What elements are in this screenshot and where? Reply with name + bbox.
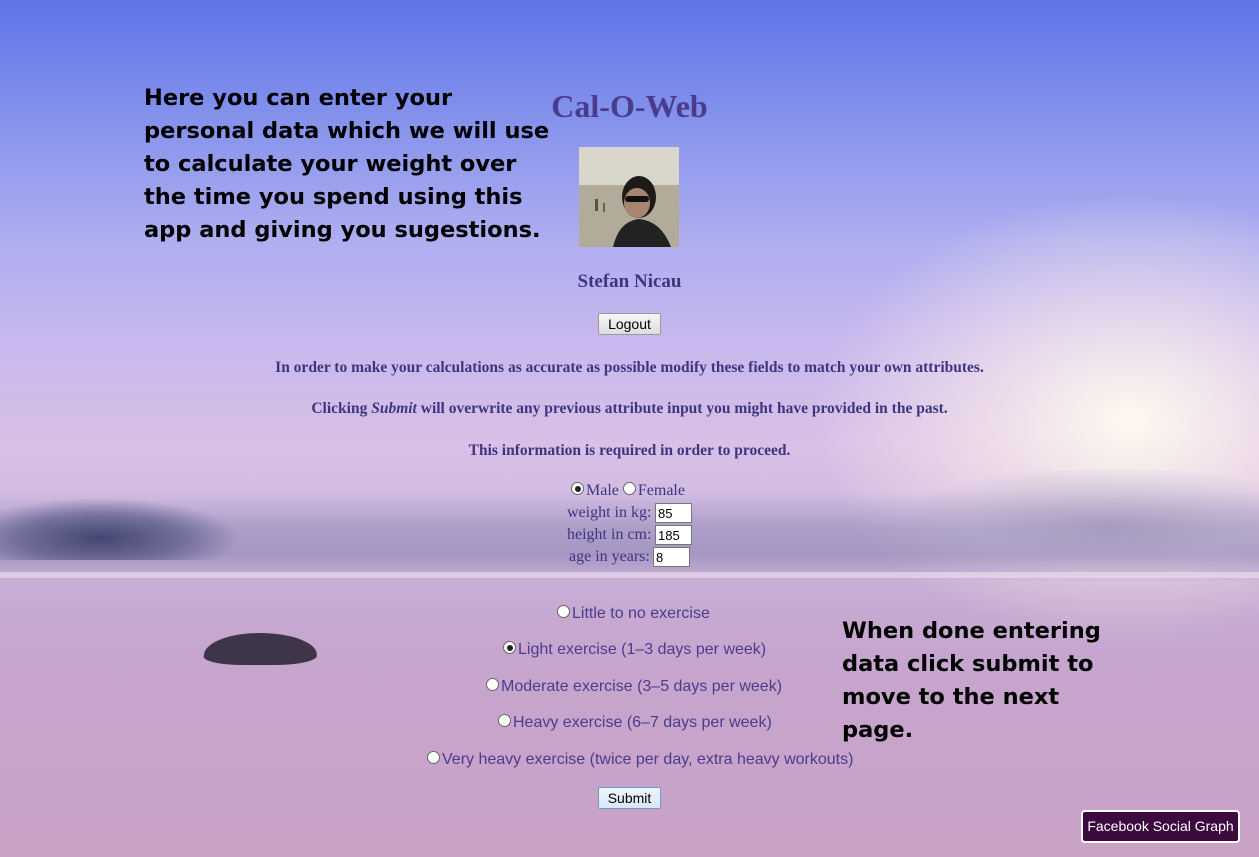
exercise-label: Very heavy exercise (twice per day, extr… <box>442 751 854 768</box>
exercise-radio-heavy[interactable] <box>498 714 511 727</box>
gender-male-radio[interactable] <box>571 482 584 495</box>
weight-input[interactable] <box>655 503 692 523</box>
background-treeline-left <box>0 498 250 560</box>
gender-group: Male Female <box>571 482 685 500</box>
exercise-label: Little to no exercise <box>572 605 710 622</box>
facebook-social-graph-button[interactable]: Facebook Social Graph <box>1081 810 1240 843</box>
exercise-radio-moderate[interactable] <box>486 678 499 691</box>
app-title: Cal-O-Web <box>551 88 708 124</box>
logout-button[interactable]: Logout <box>598 313 661 335</box>
info-required: This information is required in order to… <box>468 442 791 459</box>
exercise-radio-none[interactable] <box>557 605 570 618</box>
exercise-label: Heavy exercise (6–7 days per week) <box>513 714 772 731</box>
exercise-option[interactable]: Heavy exercise (6–7 days per week) <box>498 714 772 732</box>
background-rock <box>202 633 321 665</box>
exercise-label: Moderate exercise (3–5 days per week) <box>501 678 783 695</box>
info-overwrite: Clicking Submit will overwrite any previ… <box>0 400 1259 418</box>
gender-male-label: Male <box>586 482 619 499</box>
submit-button[interactable]: Submit <box>598 787 661 809</box>
exercise-label: Light exercise (1–3 days per week) <box>518 641 767 658</box>
user-name: Stefan Nicau <box>577 271 682 292</box>
height-input[interactable] <box>655 525 692 545</box>
background-treeline-right <box>850 470 1259 560</box>
exercise-option[interactable]: Very heavy exercise (twice per day, extr… <box>427 751 853 769</box>
age-input[interactable] <box>653 547 690 567</box>
exercise-radio-light[interactable] <box>503 641 516 654</box>
age-label: age in years: <box>569 548 650 565</box>
annotation-submit-hint: When done entering data click submit to … <box>842 618 1101 743</box>
info-overwrite-emphasis: Submit <box>371 400 417 417</box>
info-overwrite-suffix: will overwrite any previous attribute in… <box>416 400 948 417</box>
exercise-option[interactable]: Light exercise (1–3 days per week) <box>503 641 766 659</box>
background-water-line <box>0 572 1259 578</box>
gender-female-label: Female <box>637 482 685 499</box>
avatar <box>579 147 679 247</box>
weight-label: weight in kg: <box>567 504 652 521</box>
exercise-option[interactable]: Little to no exercise <box>557 605 710 623</box>
info-overwrite-prefix: Clicking <box>311 400 372 417</box>
exercise-option[interactable]: Moderate exercise (3–5 days per week) <box>486 678 782 696</box>
gender-female-radio[interactable] <box>622 482 636 495</box>
height-label: height in cm: <box>567 526 652 543</box>
info-accuracy: In order to make your calculations as ac… <box>275 359 984 376</box>
exercise-radio-very-heavy[interactable] <box>427 751 440 764</box>
avatar-photo <box>579 147 679 247</box>
